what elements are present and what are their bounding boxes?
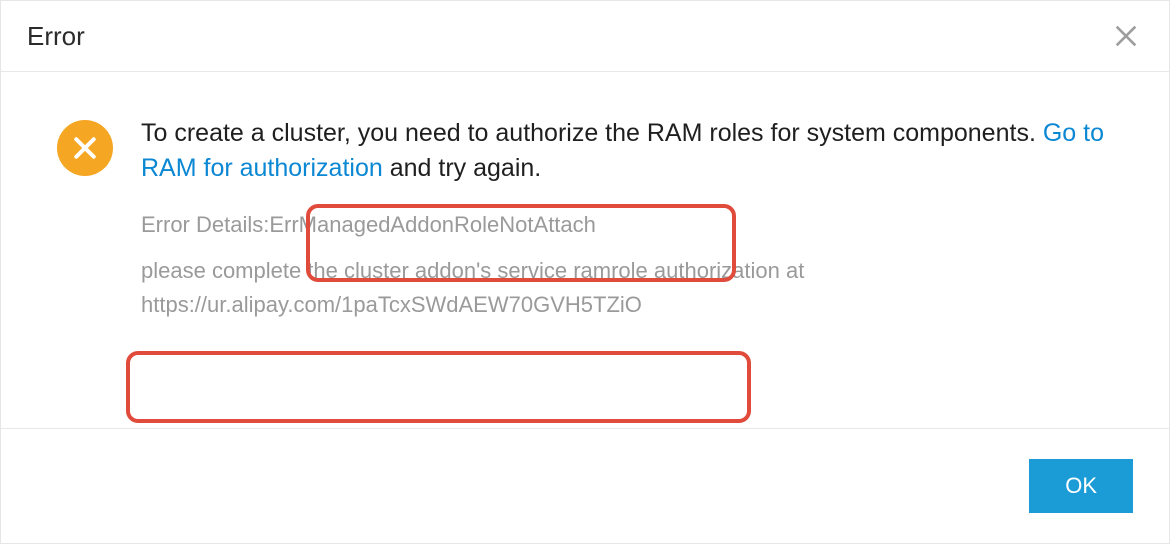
dialog-title: Error: [27, 21, 85, 52]
message-block: To create a cluster, you need to authori…: [141, 116, 1123, 322]
dialog-footer: OK: [1, 428, 1169, 543]
error-cross-icon: [70, 133, 100, 163]
highlight-box-url: [126, 351, 751, 423]
error-details-line2: please complete the cluster addon's serv…: [141, 254, 1123, 322]
content-row: To create a cluster, you need to authori…: [57, 116, 1123, 322]
dialog-header: Error: [1, 1, 1169, 72]
ok-button[interactable]: OK: [1029, 459, 1133, 513]
error-details-line1: Error Details:ErrManagedAddonRoleNotAtta…: [141, 208, 1123, 242]
error-details: Error Details:ErrManagedAddonRoleNotAtta…: [141, 208, 1123, 322]
close-icon: [1112, 22, 1140, 50]
message-suffix: and try again.: [383, 154, 541, 182]
error-dialog: Error To create a cluster, you need to a…: [0, 0, 1170, 544]
error-status-icon: [57, 120, 113, 176]
dialog-body: To create a cluster, you need to authori…: [1, 72, 1169, 428]
message-prefix: To create a cluster, you need to authori…: [141, 119, 1043, 147]
main-message: To create a cluster, you need to authori…: [141, 116, 1123, 186]
close-button[interactable]: [1109, 19, 1143, 53]
